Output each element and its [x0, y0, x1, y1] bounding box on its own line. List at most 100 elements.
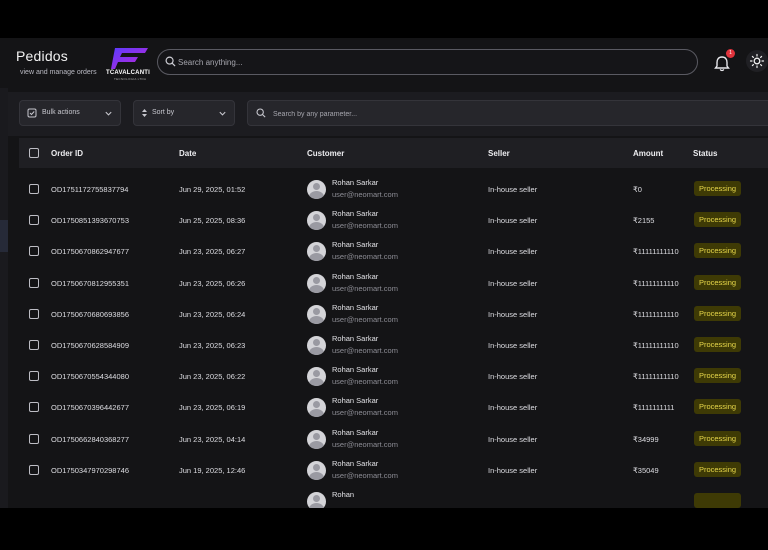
sort-by-label: Sort by [152, 109, 175, 116]
status-badge[interactable]: Processing [694, 461, 741, 477]
seller: In-house seller [488, 372, 538, 382]
row-checkbox[interactable] [29, 402, 39, 413]
order-date: Jun 29, 2025, 01:52 [179, 185, 246, 194]
select-all-checkbox[interactable] [29, 148, 39, 158]
order-id[interactable]: OD1750670628584909 [51, 341, 129, 350]
table-row[interactable]: OD1750662840368277 Jun 23, 2025, 04:14 Roh… [19, 424, 768, 455]
table-header: Order ID Date Customer Seller Amount Sta… [19, 138, 768, 168]
status-badge[interactable]: Processing [694, 274, 741, 290]
status-badge[interactable]: Processing [694, 337, 741, 352]
order-date: Jun 23, 2025, 06:26 [179, 278, 246, 288]
table-row[interactable]: OD1750670680693856 Jun 23, 2025, 06:24 Roh… [19, 299, 768, 330]
status-badge[interactable]: Processing [694, 305, 741, 321]
avatar [307, 336, 326, 355]
customer-name: Rohan [332, 490, 355, 499]
table-row[interactable]: OD1750670396442677 Jun 23, 2025, 06:19 Roh… [19, 392, 768, 423]
table-row[interactable]: OD1750670862947677 Jun 23, 2025, 06:27 Roh… [19, 236, 768, 267]
parameter-search-input[interactable] [273, 107, 753, 121]
status-badge[interactable] [694, 493, 741, 508]
order-id[interactable]: OD1750670554344080 [51, 372, 129, 381]
order-date: Jun 23, 2025, 04:14 [179, 434, 246, 444]
chevron-down-icon [105, 111, 112, 116]
amount: ₹0 [633, 185, 642, 194]
bulk-actions-label: Bulk actions [42, 109, 80, 116]
table-row[interactable]: OD1750670628584909 Jun 23, 2025, 06:23 Roh… [19, 330, 768, 361]
seller: In-house seller [488, 309, 538, 319]
checkbox-square-icon [27, 108, 37, 118]
column-header-date[interactable]: Date [179, 149, 196, 158]
parameter-search[interactable] [247, 100, 768, 126]
table-row[interactable]: Rohan [19, 486, 768, 508]
table-row[interactable]: OD1750670812955351 Jun 23, 2025, 06:26 Roh… [19, 268, 768, 299]
customer-email: user@neomart.com [332, 190, 398, 199]
status-badge[interactable]: Processing [694, 368, 741, 384]
order-id[interactable]: OD1750670396442677 [51, 403, 129, 412]
sort-arrows-icon [142, 109, 147, 117]
seller: In-house seller [488, 434, 538, 444]
sidebar-active-marker[interactable] [0, 220, 8, 252]
order-id[interactable]: OD1750670812955351 [51, 279, 129, 288]
table-row[interactable]: OD1751172755837794 Jun 29, 2025, 01:52 Roh… [19, 174, 768, 205]
seller: In-house seller [488, 465, 538, 475]
status-badge[interactable]: Processing [694, 430, 741, 446]
customer-name: Rohan Sarkar [332, 240, 379, 250]
column-header-order-id[interactable]: Order ID [51, 149, 83, 158]
status-badge[interactable]: Processing [694, 181, 741, 196]
sidebar-collapsed [0, 88, 8, 508]
page-title: Pedidos [16, 48, 68, 64]
amount: ₹11111111110 [633, 341, 679, 350]
top-bar: Pedidos view and manage orders TCAVALCAN… [0, 38, 768, 88]
row-checkbox[interactable] [29, 184, 39, 194]
table-row[interactable]: OD1750347970298746 Jun 19, 2025, 12:46 Roh… [19, 455, 768, 486]
row-checkbox[interactable] [29, 246, 39, 257]
row-checkbox[interactable] [29, 277, 39, 288]
amount: ₹11111111110 [633, 278, 679, 288]
status-badge[interactable]: Processing [694, 212, 741, 228]
order-id[interactable]: OD1750347970298746 [51, 466, 129, 475]
search-icon [256, 108, 266, 118]
avatar [307, 460, 326, 480]
status-badge[interactable]: Processing [694, 399, 741, 415]
seller: In-house seller [488, 341, 538, 350]
column-header-seller[interactable]: Seller [488, 149, 510, 158]
row-checkbox[interactable] [29, 464, 39, 475]
amount: ₹2155 [633, 216, 655, 226]
avatar [307, 273, 326, 293]
row-checkbox[interactable] [29, 340, 39, 350]
order-id[interactable]: OD1750851393670753 [51, 216, 129, 225]
orders-table: Order ID Date Customer Seller Amount Sta… [19, 138, 768, 508]
amount: ₹11111111110 [633, 372, 679, 382]
column-header-amount[interactable]: Amount [633, 149, 663, 158]
order-id[interactable]: OD1751172755837794 [51, 185, 128, 194]
avatar [307, 180, 326, 199]
table-row[interactable]: OD1750670554344080 Jun 23, 2025, 06:22 Roh… [19, 361, 768, 392]
table-row[interactable]: OD1750851393670753 Jun 25, 2025, 08:36 Roh… [19, 205, 768, 236]
seller: In-house seller [488, 216, 538, 226]
order-id[interactable]: OD1750670680693856 [51, 310, 129, 319]
customer-email: user@neomart.com [332, 283, 398, 293]
row-checkbox[interactable] [29, 371, 39, 382]
row-checkbox[interactable] [29, 308, 39, 319]
avatar [307, 398, 326, 418]
column-header-customer[interactable]: Customer [307, 149, 344, 158]
order-id[interactable]: OD1750670862947677 [51, 247, 129, 256]
status-badge[interactable]: Processing [694, 243, 741, 259]
order-id[interactable]: OD1750662840368277 [51, 435, 129, 444]
customer-email: user@neomart.com [332, 408, 398, 418]
app-frame: Pedidos view and manage orders TCAVALCAN… [0, 38, 768, 508]
search-input[interactable] [178, 54, 678, 70]
bulk-actions-dropdown[interactable]: Bulk actions [19, 100, 121, 126]
global-search[interactable] [157, 49, 698, 75]
theme-toggle[interactable] [746, 50, 768, 72]
sort-by-dropdown[interactable]: Sort by [133, 100, 235, 126]
page-subtitle: view and manage orders [20, 69, 97, 76]
avatar [307, 367, 326, 387]
brand-logo-text: TCAVALCANTI [106, 70, 150, 76]
column-header-status[interactable]: Status [693, 149, 717, 158]
row-checkbox[interactable] [29, 433, 39, 444]
row-checkbox[interactable] [29, 215, 39, 226]
customer-email: user@neomart.com [332, 470, 398, 480]
customer-name: Rohan Sarkar [332, 178, 379, 187]
order-date: Jun 23, 2025, 06:27 [179, 247, 246, 257]
notification-badge: 1 [726, 49, 735, 58]
